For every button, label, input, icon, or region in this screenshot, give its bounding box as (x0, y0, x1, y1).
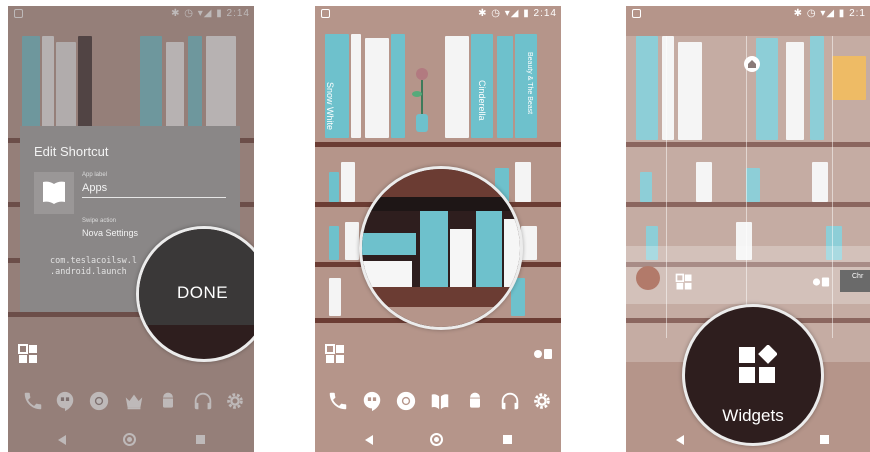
app-label-caption: App label (82, 172, 108, 178)
dock-preview (626, 246, 870, 304)
rose-decoration-icon (412, 68, 428, 132)
chrome-icon[interactable] (395, 390, 417, 412)
widgets-magnifier: Widgets (682, 304, 824, 446)
home-button-icon[interactable] (430, 433, 443, 446)
status-icons: ✱ ◷ ▾◢ ▮ 2:1 (793, 8, 866, 19)
book-title-2: Cinderella (477, 80, 487, 121)
back-icon[interactable] (676, 435, 684, 445)
book-title-1: Snow White (325, 82, 335, 131)
apps-drawer-icon[interactable] (16, 342, 40, 366)
package-name: com.teslacoilsw.l .android.launch (50, 256, 137, 277)
status-bar: ✱ ◷ ▾◢ ▮ 2:14 (315, 6, 561, 22)
dialog-title: Edit Shortcut (34, 144, 109, 159)
apps-drawer-icon[interactable] (674, 272, 694, 292)
settings-icon[interactable] (531, 390, 553, 412)
back-icon[interactable] (365, 435, 373, 445)
status-time: 2:14 (533, 8, 557, 19)
phone-icon[interactable] (327, 390, 349, 412)
nav-bar (626, 428, 870, 452)
book-icon[interactable] (34, 172, 74, 214)
phone-screen-3: ✱ ◷ ▾◢ ▮ 2:1 Chr Widgets (626, 6, 870, 452)
headphones-icon[interactable] (499, 390, 521, 412)
recents-icon[interactable] (503, 435, 512, 444)
done-button[interactable]: DONE (177, 283, 228, 303)
home-page-indicator-icon[interactable] (744, 56, 760, 72)
hangouts-icon[interactable] (361, 390, 383, 412)
wallpaper-thumbnail[interactable] (636, 266, 660, 290)
side-chip-label: Chr (852, 273, 864, 280)
app-dock (315, 390, 561, 424)
widgets-button[interactable]: Widgets (685, 406, 821, 426)
recents-icon[interactable] (820, 435, 829, 444)
nova-settings-icon[interactable] (533, 346, 553, 362)
status-bar: ✱ ◷ ▾◢ ▮ 2:1 (626, 6, 870, 22)
apps-drawer-icon[interactable] (323, 342, 347, 366)
phone-screen-2: ✱ ◷ ▾◢ ▮ 2:14 Snow White Cinderella Beau… (315, 6, 561, 452)
status-time: 2:1 (849, 8, 866, 19)
book-title-3: Beauty & The Beast (526, 52, 533, 115)
app-label-input[interactable]: Apps (82, 182, 226, 198)
status-icons: ✱ ◷ ▾◢ ▮ 2:14 (478, 8, 557, 19)
phone-screen-1: ✱ ◷ ▾◢ ▮ 2:14 Edit Shortcut App label Ap… (8, 6, 254, 452)
nav-bar (315, 428, 561, 452)
side-chip[interactable]: Chr (840, 270, 870, 292)
shelf-magnifier (359, 166, 523, 330)
swipe-action-select[interactable]: Nova Settings (82, 228, 138, 238)
widgets-icon (739, 345, 777, 383)
notification-icon (632, 9, 641, 18)
book-icon[interactable] (429, 390, 451, 412)
nova-settings-icon[interactable] (812, 274, 830, 290)
android-icon[interactable] (465, 390, 485, 412)
swipe-action-caption: Swipe action (82, 218, 117, 224)
notification-icon (321, 9, 330, 18)
